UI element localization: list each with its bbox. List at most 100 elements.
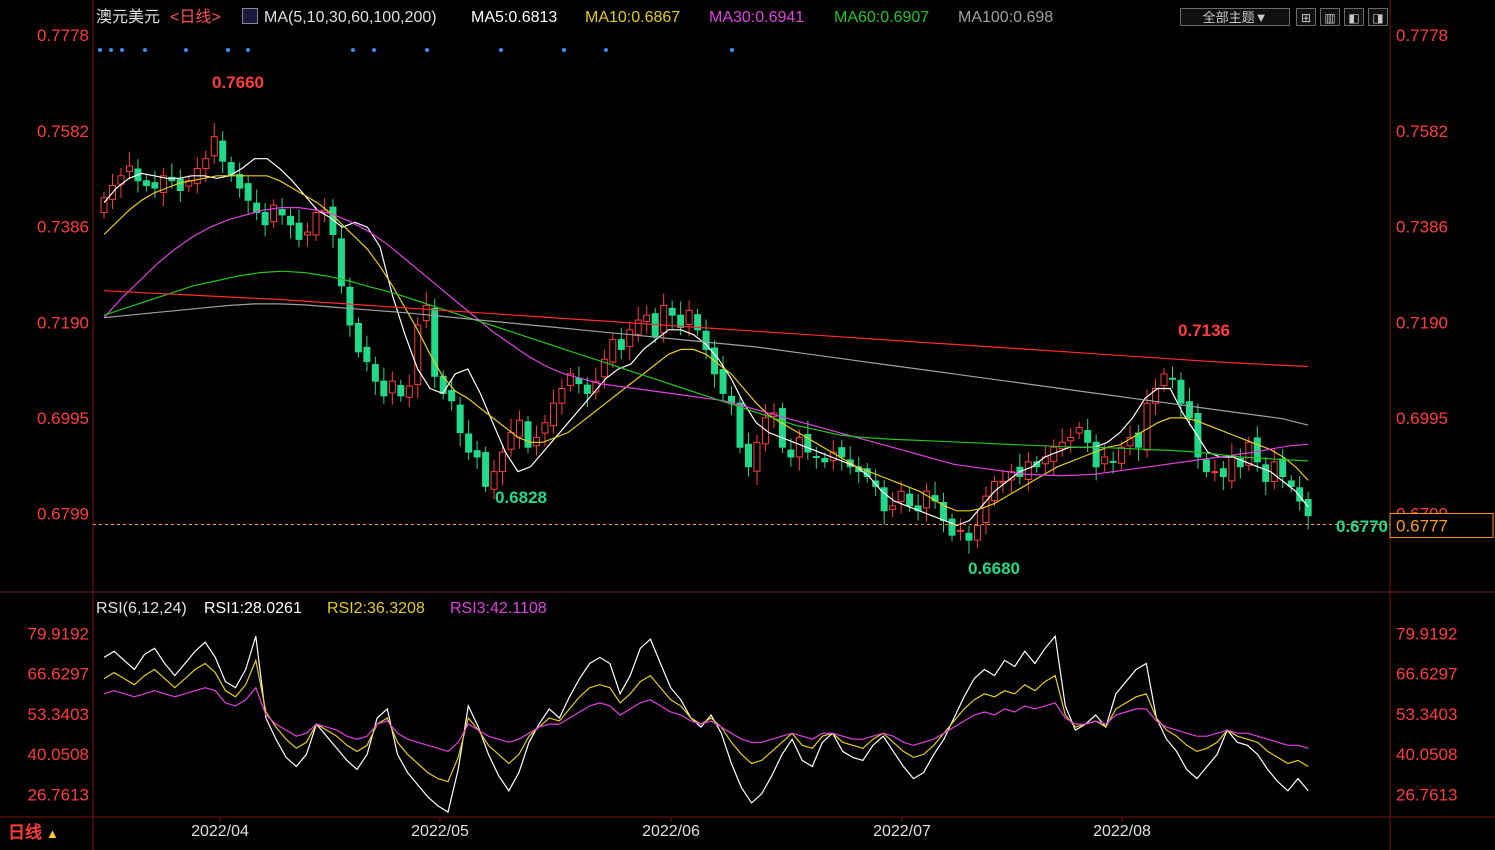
candle-body-25 (312, 211, 320, 236)
candle-body-60 (609, 339, 617, 363)
signal-dot-8 (372, 48, 376, 52)
rsi3-value: RSI3:42.1108 (450, 600, 547, 617)
zoom-in-icon[interactable]: ◧ (1344, 8, 1364, 26)
signal-dot-13 (730, 48, 734, 52)
candle-body-46 (490, 471, 498, 490)
candle-body-48 (507, 432, 515, 450)
candle-body-126 (1168, 377, 1176, 380)
period-badge-label: 日线 (8, 823, 42, 842)
signal-dot-4 (184, 48, 188, 52)
rsi-tick-left-2: 53.3403 (28, 705, 89, 724)
ma30-value: MA30:0.6941 (709, 9, 805, 26)
period-label[interactable]: <日线> (170, 9, 221, 27)
rsi-tick-left-0: 79.9192 (28, 624, 89, 643)
candle-body-128 (1185, 401, 1193, 419)
signal-dot-1 (109, 48, 113, 52)
candle-body-93 (889, 505, 897, 510)
candle-body-44 (473, 450, 481, 458)
indicator-settings-icon[interactable] (242, 8, 258, 24)
rsi-tick-right-0: 79.9192 (1396, 624, 1457, 643)
candle-body-61 (617, 339, 625, 350)
candle-body-87 (838, 447, 846, 458)
candle-body-67 (668, 307, 676, 316)
candle-body-81 (787, 449, 795, 458)
candle-body-104 (982, 495, 990, 524)
time-tick-2: 2022/06 (642, 823, 700, 840)
candle-body-41 (448, 389, 456, 402)
candle-body-109 (1024, 461, 1032, 480)
candle-body-24 (304, 231, 312, 236)
price-tick-right-2: 0.7386 (1396, 218, 1448, 237)
candle-body-13 (210, 136, 218, 157)
signal-dot-3 (143, 48, 147, 52)
annotation-low-may: 0.6828 (495, 488, 547, 507)
theme-dropdown-button[interactable]: 全部主题▼ (1180, 8, 1290, 26)
price-tick-left-2: 0.7386 (37, 218, 89, 237)
price-tick-left-4: 0.6995 (37, 409, 89, 428)
candle-body-139 (1279, 458, 1287, 478)
price-tick-right-1: 0.7582 (1396, 122, 1448, 141)
candle-body-76 (744, 443, 752, 468)
candle-body-77 (753, 441, 761, 472)
current-price-label: 0.6777 (1396, 516, 1448, 535)
candlestick-chart[interactable]: 0.7778 0.7778 0.7582 0.7582 0.7386 0.7386 0.71… (0, 0, 1495, 850)
candle-body-64 (643, 314, 651, 323)
candle-body-42 (456, 404, 464, 434)
signal-dot-11 (562, 48, 566, 52)
candle-body-17 (244, 183, 252, 201)
price-tick-left-5: 0.6799 (37, 505, 89, 524)
ma-params-label: MA(5,10,30,60,100,200) (264, 9, 437, 26)
ma5-value: MA5:0.6813 (471, 9, 558, 26)
candle-body-100 (948, 518, 956, 536)
rsi1-value: RSI1:28.0261 (204, 600, 302, 617)
rsi-line-rsi3 (103, 686, 1309, 753)
candle-body-49 (516, 419, 524, 438)
crosshair-icon[interactable]: ⊞ (1296, 8, 1316, 26)
candle-body-6 (151, 182, 159, 189)
candle-body-116 (1084, 430, 1092, 443)
candle-body-3 (125, 165, 133, 172)
candle-body-63 (634, 319, 642, 335)
candle-body-16 (236, 173, 244, 189)
candle-body-62 (626, 329, 634, 347)
rsi-tick-right-1: 66.6297 (1396, 665, 1457, 684)
layout-icon[interactable]: ▥ (1320, 8, 1340, 26)
candle-body-43 (465, 433, 473, 453)
annotation-high: 0.7660 (212, 73, 264, 92)
signal-dot-5 (226, 48, 230, 52)
rsi-tick-right-3: 40.0508 (1396, 745, 1457, 764)
candle-body-131 (1211, 471, 1219, 474)
zoom-out-icon[interactable]: ◨ (1368, 8, 1388, 26)
signal-dot-9 (425, 48, 429, 52)
candle-body-54 (558, 388, 566, 404)
signal-dot-0 (98, 48, 102, 52)
candle-body-115 (1075, 427, 1083, 434)
annotation-high-aug: 0.7136 (1178, 321, 1230, 340)
ma100-value: MA100:0.698 (958, 9, 1054, 26)
candle-body-73 (719, 368, 727, 394)
candle-body-5 (142, 180, 150, 187)
rsi-tick-left-3: 40.0508 (28, 745, 89, 764)
candle-body-33 (380, 380, 388, 397)
candle-body-95 (906, 493, 914, 507)
instrument-name: 澳元美元 (96, 9, 161, 26)
period-badge[interactable]: 日线 ▲ (0, 818, 92, 848)
candle-body-66 (660, 304, 668, 334)
candle-body-125 (1160, 373, 1168, 387)
candle-body-38 (422, 304, 430, 322)
candle-body-123 (1143, 402, 1151, 451)
rsi-params-label: RSI(6,12,24) (96, 600, 187, 617)
candle-body-113 (1058, 441, 1066, 450)
candle-body-120 (1118, 446, 1126, 464)
price-tick-right-4: 0.6995 (1396, 409, 1448, 428)
candle-body-137 (1262, 464, 1270, 482)
candle-body-12 (202, 158, 210, 169)
time-tick-0: 2022/04 (191, 823, 249, 840)
candle-body-30 (354, 322, 362, 353)
candle-body-142 (1304, 499, 1312, 517)
candle-body-20 (270, 204, 278, 223)
candle-body-118 (1101, 456, 1109, 465)
candle-body-53 (549, 402, 557, 427)
signal-dot-6 (246, 48, 250, 52)
candle-body-57 (583, 384, 591, 394)
